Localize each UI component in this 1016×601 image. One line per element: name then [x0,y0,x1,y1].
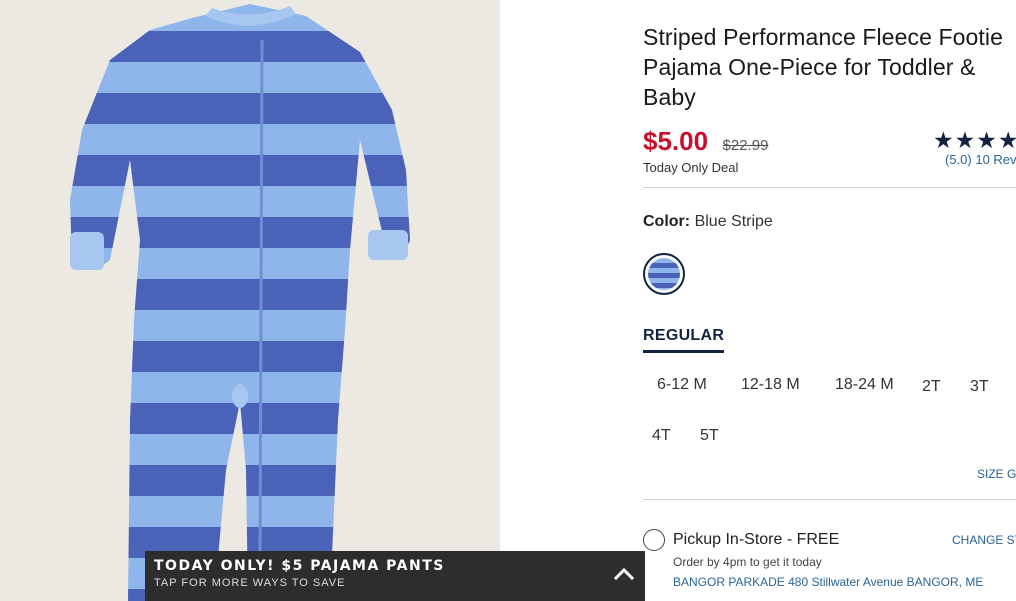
star-icon: ★★★★★ [933,127,1016,153]
color-value: Blue Stripe [694,213,773,230]
pajama-image [70,4,410,601]
product-details: Striped Performance Fleece Footie Pajama… [643,0,1016,601]
size-option[interactable]: 4T [652,427,671,445]
chevron-up-icon[interactable] [613,563,635,585]
original-price: $22.99 [722,137,769,154]
size-option[interactable]: 12-18 M [741,376,800,394]
divider [643,187,1016,188]
size-option[interactable]: 5T [700,427,719,445]
swatch-fill [648,258,680,290]
change-store-link[interactable]: CHANGE STORE [952,533,1016,547]
size-option[interactable]: 2T [922,378,941,396]
sale-price: $5.00 [643,126,709,156]
size-guide-link[interactable]: SIZE GUIDE [977,467,1016,481]
divider [643,499,1016,500]
product-image[interactable] [0,0,500,601]
pickup-label: Pickup In-Store - FREE [673,531,840,548]
color-swatch-blue-stripe[interactable] [643,253,685,295]
color-label: Color: [643,213,691,230]
price-row: $5.00 $22.99 [643,126,768,157]
deal-label: Today Only Deal [643,160,739,175]
rating-summary[interactable]: ★★★★★ (5.0) 10 Reviews [933,127,1016,167]
color-row: Color: Blue Stripe [643,213,773,231]
size-option[interactable]: 6-12 M [657,376,707,394]
store-address-link[interactable]: BANGOR PARKADE 480 Stillwater Avenue BAN… [673,575,983,589]
product-title: Striped Performance Fleece Footie Pajama… [643,24,1003,110]
size-option[interactable]: 18-24 M [835,376,894,394]
promo-title: TODAY ONLY! $5 PAJAMA PANTS [154,558,445,574]
promo-banner[interactable]: TODAY ONLY! $5 PAJAMA PANTS TAP FOR MORE… [145,551,645,601]
promo-subtitle: TAP FOR MORE WAYS TO SAVE [154,577,346,589]
size-option[interactable]: 3T [970,378,989,396]
order-by-text: Order by 4pm to get it today [673,555,822,569]
tab-regular[interactable]: REGULAR [643,327,725,353]
reviews-link[interactable]: (5.0) 10 Reviews [945,152,1016,167]
pickup-radio[interactable] [643,529,665,551]
